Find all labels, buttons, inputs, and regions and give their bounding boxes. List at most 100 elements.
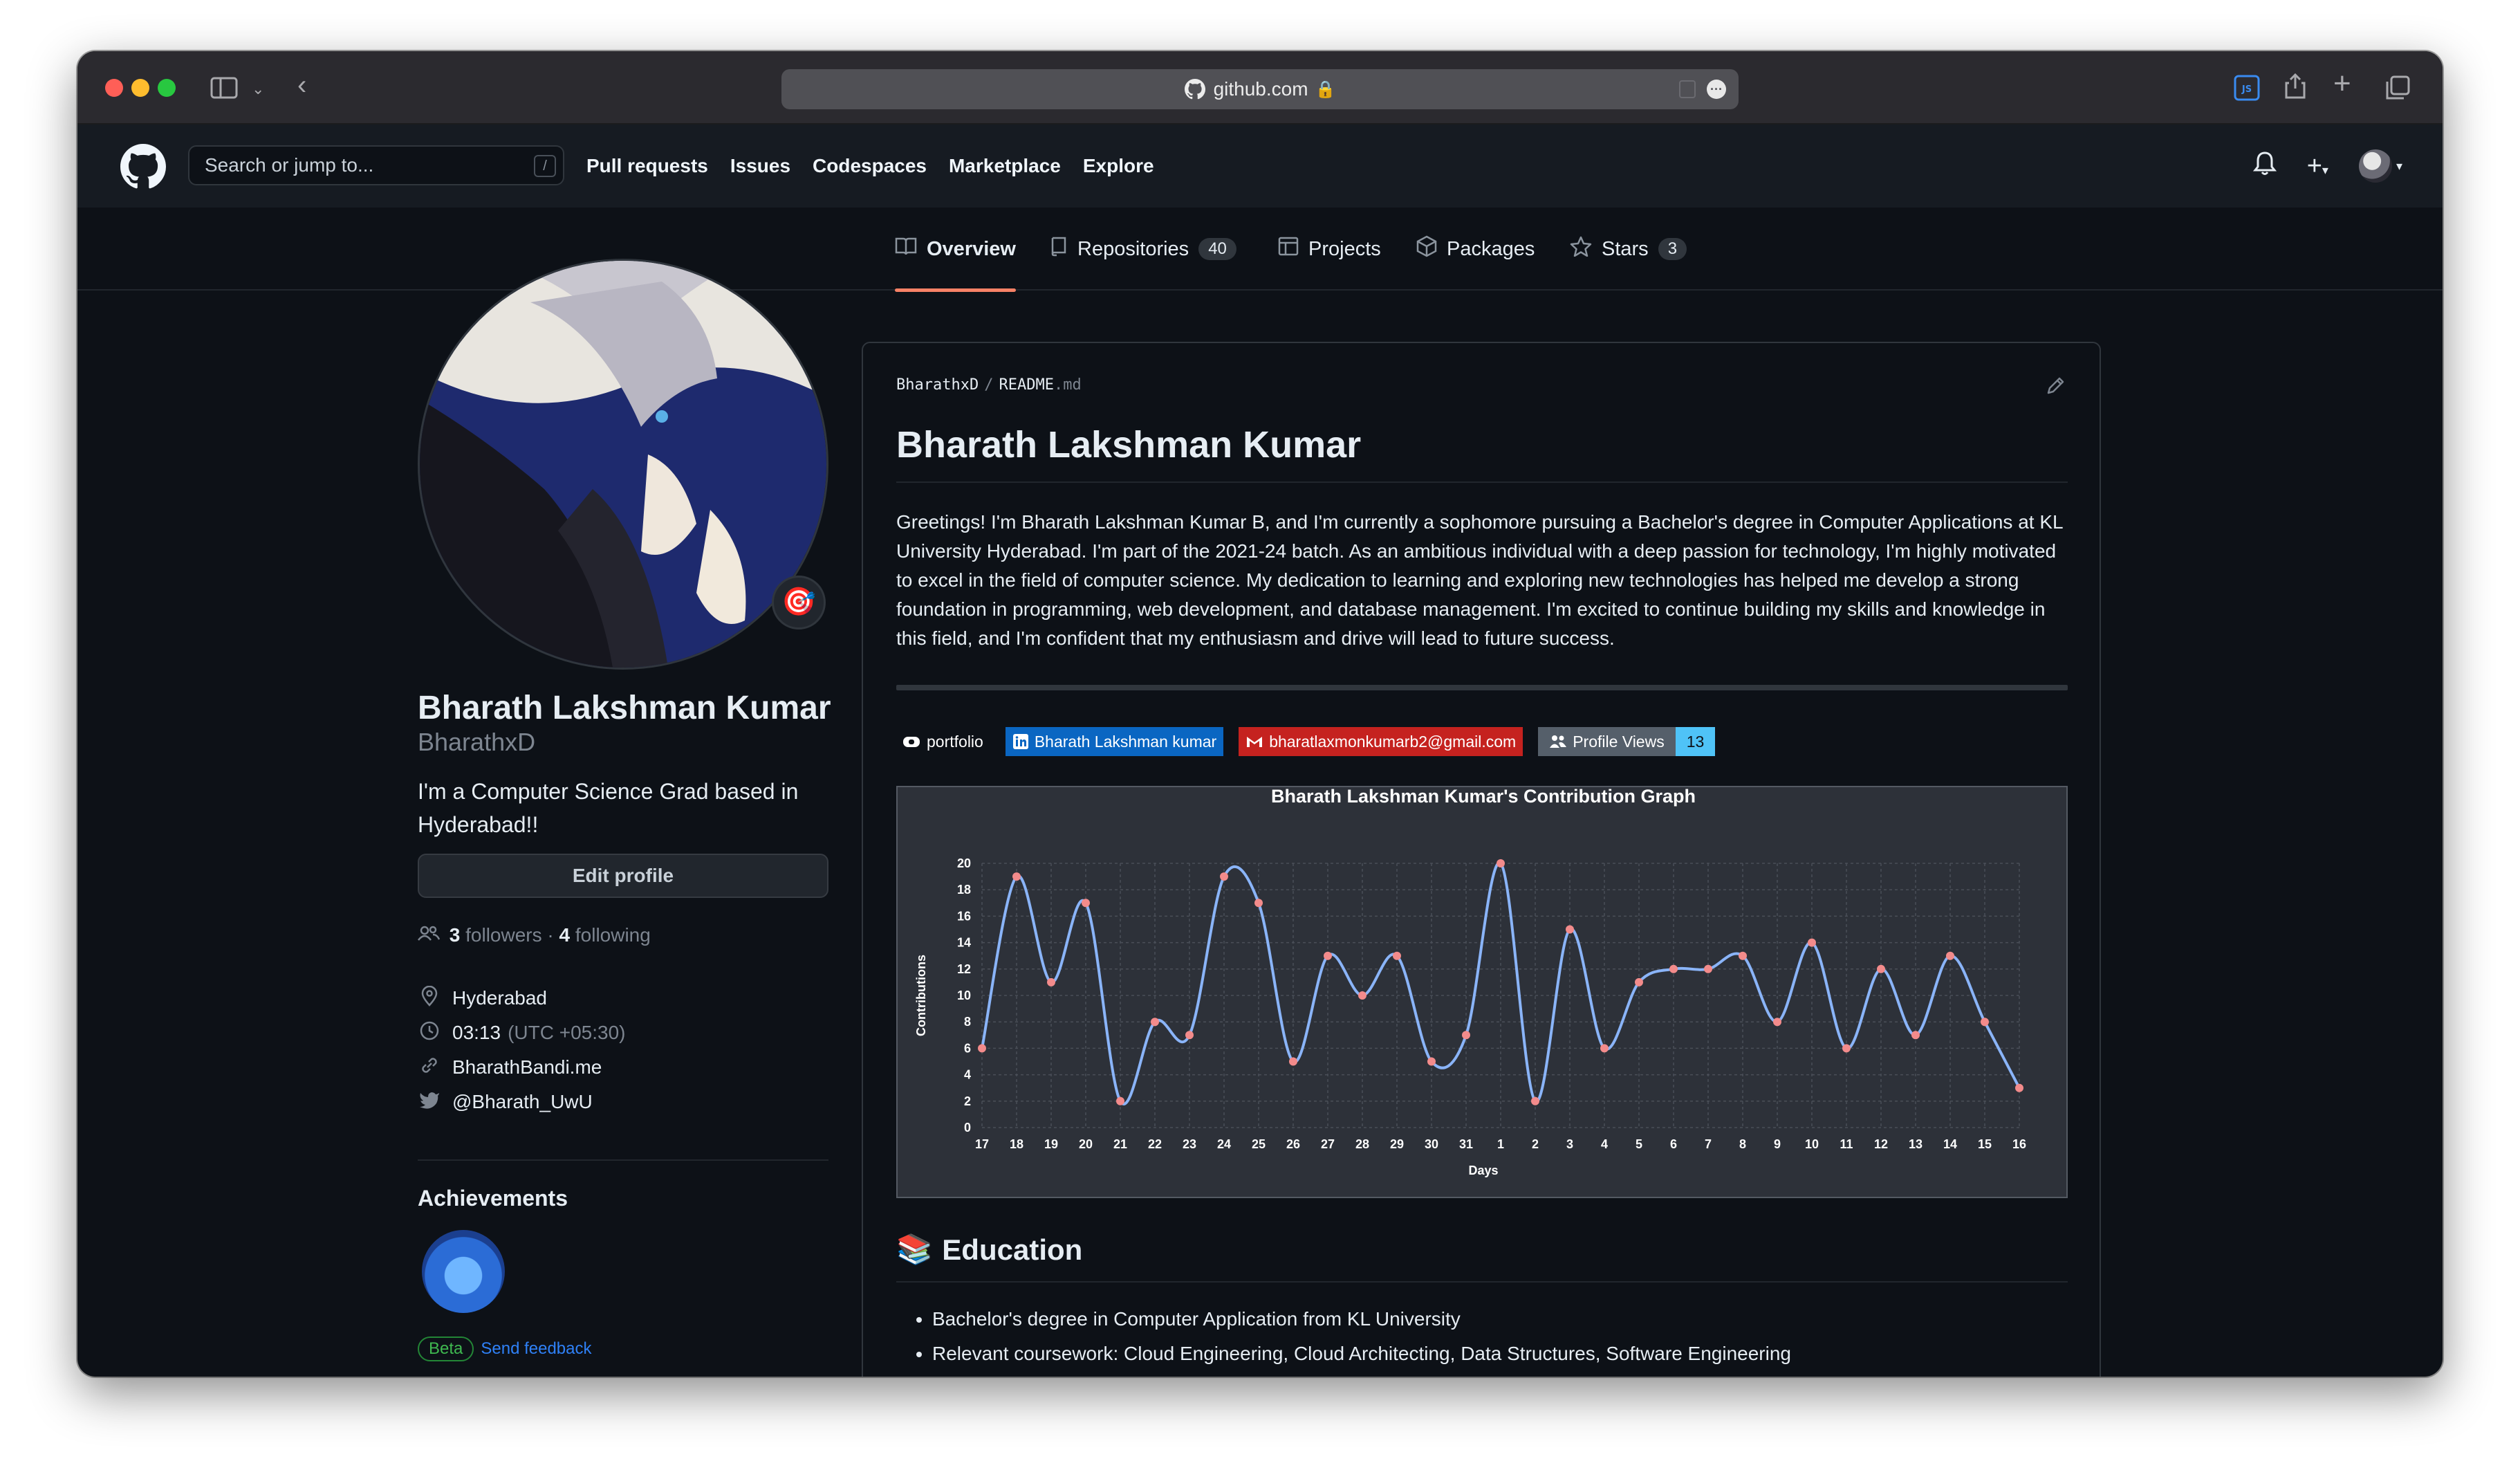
education-title: Education (942, 1233, 1083, 1266)
data-point (1531, 1096, 1539, 1105)
profile-views-label: Profile Views (1573, 732, 1665, 751)
twitter-item: @Bharath_UwU (418, 1085, 625, 1119)
x-tick-label: 28 (1355, 1137, 1369, 1151)
portfolio-icon (903, 737, 920, 747)
avatar[interactable] (418, 259, 828, 670)
linkedin-badge[interactable]: Bharath Lakshman kumar (1005, 727, 1224, 756)
zoom-window-button[interactable] (158, 79, 176, 97)
browser-window: ⌄ ‹ github.com 🔒 ··· JS + Search or jump… (77, 51, 2443, 1377)
user-menu[interactable]: ▾ (2358, 149, 2402, 183)
x-tick-label: 29 (1390, 1137, 1404, 1151)
close-window-button[interactable] (105, 79, 123, 97)
x-tick-label: 24 (1217, 1137, 1231, 1151)
profile-name: Bharath Lakshman Kumar (418, 690, 831, 726)
x-tick-label: 17 (975, 1137, 989, 1151)
data-point (1289, 1057, 1297, 1066)
more-options-icon[interactable]: ··· (1707, 80, 1726, 99)
y-tick-label: 6 (964, 1041, 971, 1055)
beta-label: Beta (418, 1336, 474, 1361)
share-icon[interactable] (2283, 72, 2307, 104)
data-point (1635, 977, 1643, 986)
section-divider (896, 685, 2068, 690)
gmail-badge[interactable]: bharatlaxmonkumarb2@gmail.com (1239, 727, 1523, 756)
nav-explore[interactable]: Explore (1083, 155, 1154, 177)
data-point (1116, 1096, 1124, 1105)
x-tick-label: 31 (1459, 1137, 1473, 1151)
create-new-icon[interactable]: +▾ (2307, 151, 2328, 181)
tab-repositories[interactable]: Repositories 40 (1050, 208, 1236, 291)
following-count: 4 (559, 924, 571, 946)
nav-pull-requests[interactable]: Pull requests (586, 155, 708, 177)
readme-owner-link[interactable]: BharathxD (896, 376, 979, 394)
pencil-icon[interactable] (2046, 375, 2066, 401)
tab-label: Repositories (1077, 237, 1189, 260)
x-tick-label: 13 (1909, 1137, 1923, 1151)
chevron-down-icon[interactable]: ⌄ (252, 77, 264, 101)
gmail-badge-label: bharatlaxmonkumarb2@gmail.com (1269, 732, 1517, 751)
readme-title: Bharath Lakshman Kumar (896, 424, 1362, 466)
lock-icon: 🔒 (1315, 80, 1336, 99)
y-tick-label: 10 (957, 989, 971, 1002)
chart-title: Bharath Lakshman Kumar's Contribution Gr… (1271, 787, 1696, 807)
nav-issues[interactable]: Issues (730, 155, 790, 177)
github-logo-icon[interactable] (120, 144, 166, 190)
y-tick-label: 4 (964, 1068, 971, 1082)
local-time-item: 03:13 (UTC +05:30) (418, 1016, 625, 1050)
following-link[interactable]: 4 following (559, 924, 651, 946)
nav-codespaces[interactable]: Codespaces (813, 155, 927, 177)
location-text: Hyderabad (452, 987, 547, 1009)
data-point (1393, 951, 1401, 960)
bell-icon[interactable] (2252, 150, 2277, 183)
search-input[interactable]: Search or jump to... / (188, 145, 564, 185)
data-point (1151, 1018, 1159, 1027)
path-separator: / (984, 376, 994, 394)
back-arrow-icon[interactable]: ‹ (297, 71, 306, 99)
profile-details: Hyderabad 03:13 (UTC +05:30) BharathBand… (418, 981, 625, 1119)
y-tick-label: 8 (964, 1015, 971, 1029)
twitter-link[interactable]: @Bharath_UwU (452, 1091, 593, 1113)
data-point (1739, 951, 1747, 960)
address-bar[interactable]: github.com 🔒 ··· (781, 69, 1739, 109)
header-actions: +▾ ▾ (2252, 149, 2402, 183)
followers-link[interactable]: 3 followers (450, 924, 542, 946)
sidebar-toggle-icon[interactable] (210, 76, 238, 104)
tab-projects[interactable]: Projects (1278, 208, 1381, 291)
tab-overview-icon[interactable] (2384, 75, 2411, 105)
portfolio-badge[interactable]: portfolio (896, 727, 990, 756)
github-header: Search or jump to... / Pull requests Iss… (77, 125, 2443, 208)
status-icon[interactable]: 🎯 (772, 576, 826, 630)
x-tick-label: 16 (2012, 1137, 2026, 1151)
follow-stats: 3 followers · 4 following (418, 924, 651, 946)
minimize-window-button[interactable] (131, 79, 149, 97)
new-tab-icon[interactable]: + (2333, 68, 2351, 99)
js-extension-icon[interactable]: JS (2234, 75, 2260, 105)
education-list: Bachelor's degree in Computer Applicatio… (932, 1302, 1791, 1371)
svg-text:JS: JS (2241, 84, 2252, 95)
tab-label: Projects (1308, 237, 1381, 260)
tab-packages[interactable]: Packages (1416, 208, 1535, 291)
data-point (1220, 872, 1228, 881)
timezone-text: (UTC +05:30) (508, 1022, 626, 1043)
search-placeholder: Search or jump to... (205, 154, 374, 176)
twitter-icon (418, 1091, 441, 1114)
x-tick-label: 1 (1497, 1137, 1504, 1151)
data-point (1497, 859, 1505, 867)
readme-file-ext: .md (1053, 376, 1082, 394)
readme-file-name[interactable]: README (999, 376, 1053, 394)
tab-label: Stars (1602, 237, 1649, 260)
y-tick-label: 14 (957, 936, 971, 950)
achievement-badge[interactable] (422, 1230, 505, 1313)
x-tick-label: 21 (1113, 1137, 1127, 1151)
website-link[interactable]: BharathBandi.me (452, 1056, 602, 1078)
data-point (1427, 1057, 1436, 1066)
tab-overview[interactable]: Overview (895, 208, 1016, 292)
books-icon: 📚 (896, 1233, 933, 1265)
edit-profile-button[interactable]: Edit profile (418, 854, 828, 898)
reader-icon[interactable] (1679, 80, 1696, 98)
send-feedback-link[interactable]: Send feedback (481, 1339, 591, 1359)
profile-views-label-part: Profile Views (1538, 727, 1676, 756)
data-point (1842, 1044, 1851, 1053)
tab-stars[interactable]: Stars 3 (1570, 208, 1687, 291)
x-tick-label: 30 (1425, 1137, 1438, 1151)
nav-marketplace[interactable]: Marketplace (949, 155, 1061, 177)
